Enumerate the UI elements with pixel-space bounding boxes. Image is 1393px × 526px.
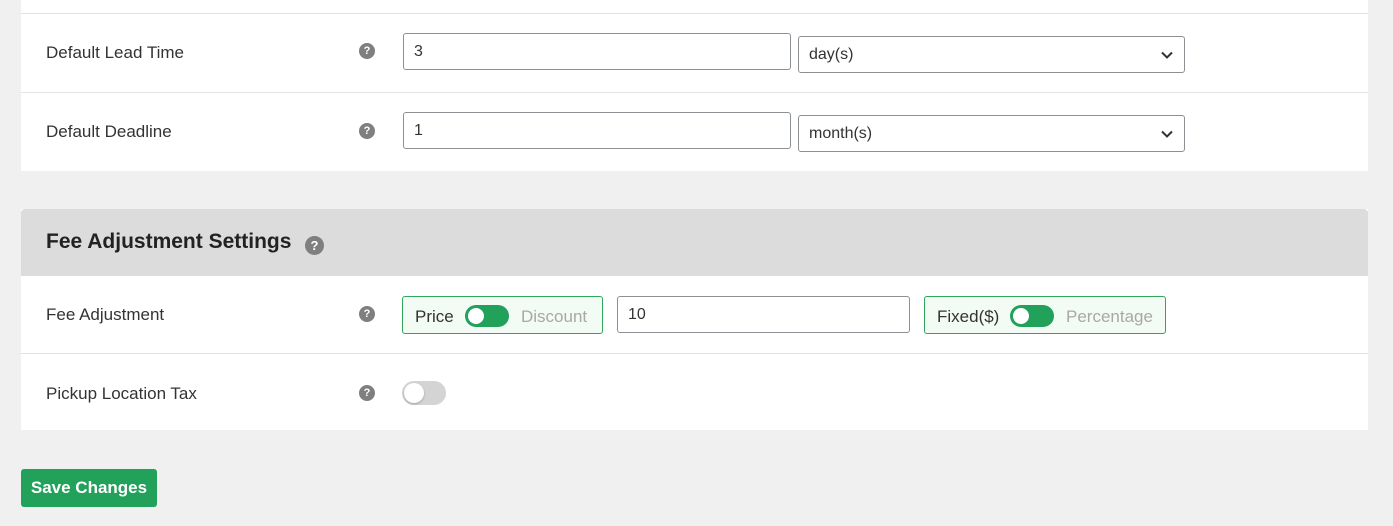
save-changes-button[interactable]: Save Changes [21,469,157,507]
question-icon[interactable]: ? [359,43,375,59]
question-icon[interactable]: ? [359,123,375,139]
pickup-tax-label: Pickup Location Tax [46,384,197,403]
chevron-down-icon [1161,51,1173,59]
question-icon[interactable]: ? [359,306,375,322]
deadline-input[interactable] [403,112,791,149]
question-icon[interactable]: ? [305,236,324,255]
panel-divider [21,0,1368,14]
lead-time-unit-select[interactable]: day(s) [798,36,1185,73]
question-icon[interactable]: ? [359,385,375,401]
price-discount-toggle[interactable]: Price Discount [402,296,603,334]
fee-amount-input[interactable] [617,296,910,333]
price-option[interactable]: Price [415,307,454,327]
deadline-unit-select[interactable]: month(s) [798,115,1185,152]
deadline-unit-value: month(s) [809,125,873,142]
fee-adjustment-panel: Fee Adjustment Settings ? Fee Adjustment… [21,209,1368,430]
lead-time-unit-value: day(s) [809,46,854,63]
row-fee-adjustment: Fee Adjustment ? Price Discount Fixed($)… [21,276,1368,354]
lead-time-input[interactable] [403,33,791,70]
scheduling-settings-panel: Default Lead Time ? day(s) Default Deadl… [21,0,1368,171]
fixed-percentage-toggle[interactable]: Fixed($) Percentage [924,296,1166,334]
mode-switch[interactable] [1010,305,1054,327]
deadline-label: Default Deadline [46,122,172,141]
fee-adjustment-label: Fee Adjustment [46,305,165,324]
percentage-option[interactable]: Percentage [1066,307,1153,327]
section-title: Fee Adjustment Settings [46,230,292,253]
lead-time-label: Default Lead Time [46,43,184,62]
discount-option[interactable]: Discount [521,307,587,327]
row-default-lead-time: Default Lead Time ? day(s) [21,14,1368,93]
fixed-option[interactable]: Fixed($) [937,307,999,327]
row-default-deadline: Default Deadline ? month(s) [21,93,1368,171]
row-pickup-location-tax: Pickup Location Tax ? [21,354,1368,430]
section-header: Fee Adjustment Settings ? [21,209,1368,276]
chevron-down-icon [1161,130,1173,138]
pickup-tax-toggle[interactable] [402,381,446,405]
type-switch[interactable] [465,305,509,327]
